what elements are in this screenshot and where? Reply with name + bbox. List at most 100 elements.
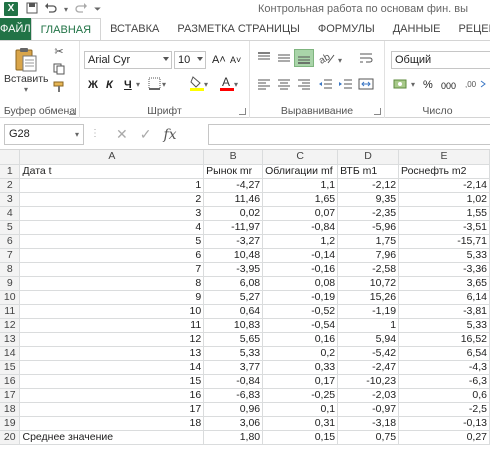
accounting-format-icon[interactable] xyxy=(393,77,409,93)
cell-e[interactable]: -3,81 xyxy=(398,304,490,319)
cell-a[interactable]: 6 xyxy=(19,248,205,263)
row-header[interactable]: 18 xyxy=(0,402,21,417)
cell-b[interactable]: 10,83 xyxy=(203,318,264,333)
cell-e[interactable]: -0,13 xyxy=(398,416,490,431)
cell-b[interactable]: 5,33 xyxy=(203,346,264,361)
formula-input[interactable] xyxy=(208,124,490,145)
cell-e[interactable]: -2,5 xyxy=(398,402,490,417)
cell-b[interactable]: 1,80 xyxy=(203,430,264,445)
name-box-dropdown-icon[interactable]: ▾ xyxy=(75,125,79,144)
cell-a[interactable]: 12 xyxy=(19,332,205,347)
increase-decimal-icon[interactable]: ,00 xyxy=(465,77,487,93)
cell-e[interactable]: 16,52 xyxy=(398,332,490,347)
row-header[interactable]: 3 xyxy=(0,192,21,207)
tab-review[interactable]: РЕЦЕН xyxy=(449,18,490,40)
column-header[interactable]: C xyxy=(262,150,339,165)
column-header[interactable]: E xyxy=(398,150,490,165)
cell-a[interactable]: 18 xyxy=(19,416,205,431)
row-header[interactable]: 12 xyxy=(0,318,21,333)
italic-button[interactable]: К xyxy=(106,77,113,93)
cell-e[interactable]: 1,02 xyxy=(398,192,490,207)
cell-b[interactable]: 3,77 xyxy=(203,360,264,375)
tab-insert[interactable]: ВСТАВКА xyxy=(101,18,168,40)
cell-d[interactable]: -2,58 xyxy=(337,262,400,277)
cell-d[interactable]: -2,47 xyxy=(337,360,400,375)
tab-formulas[interactable]: ФОРМУЛЫ xyxy=(309,18,384,40)
cell-c[interactable]: -0,14 xyxy=(262,248,339,263)
row-header[interactable]: 10 xyxy=(0,290,21,305)
underline-dropdown-icon[interactable]: ▾ xyxy=(136,77,140,93)
cell-a[interactable]: 2 xyxy=(19,192,205,207)
cell-c[interactable]: -0,19 xyxy=(262,290,339,305)
cell-c[interactable]: 1,1 xyxy=(262,178,339,193)
font-name-select[interactable]: Arial Cyr xyxy=(84,51,172,69)
cell-b[interactable]: -3,95 xyxy=(203,262,264,277)
row-header[interactable]: 15 xyxy=(0,360,21,375)
row-header[interactable]: 5 xyxy=(0,220,21,235)
accounting-dropdown-icon[interactable]: ▾ xyxy=(411,77,415,93)
cell-a[interactable]: 13 xyxy=(19,346,205,361)
cell-c[interactable]: -0,84 xyxy=(262,220,339,235)
tab-data[interactable]: ДАННЫЕ xyxy=(384,18,450,40)
comma-style-button[interactable]: 000 xyxy=(441,78,456,94)
font-size-select[interactable]: 10 xyxy=(174,51,206,69)
tab-file[interactable]: ФАЙЛ xyxy=(0,18,31,40)
cell-c[interactable]: 0,16 xyxy=(262,332,339,347)
percent-style-button[interactable]: % xyxy=(423,77,433,93)
cell-b[interactable]: 5,65 xyxy=(203,332,264,347)
cell-e[interactable]: -3,51 xyxy=(398,220,490,235)
align-center-icon[interactable] xyxy=(276,77,292,93)
number-format-select[interactable]: Общий xyxy=(391,51,490,69)
fill-color-icon[interactable] xyxy=(190,75,204,91)
tab-home[interactable]: ГЛАВНАЯ xyxy=(30,18,102,41)
cell-e[interactable]: Роснефть m2 xyxy=(398,164,490,179)
cell-c[interactable]: 0,2 xyxy=(262,346,339,361)
align-right-icon[interactable] xyxy=(296,77,312,93)
cell-e[interactable]: 0,6 xyxy=(398,388,490,403)
cell-e[interactable]: -2,14 xyxy=(398,178,490,193)
cell-a[interactable]: 7 xyxy=(19,262,205,277)
undo-dropdown-icon[interactable]: ▾ xyxy=(64,5,68,14)
row-header[interactable]: 4 xyxy=(0,206,21,221)
cell-a[interactable]: 16 xyxy=(19,388,205,403)
paste-button[interactable]: Вставить ▾ xyxy=(4,45,49,97)
underline-button[interactable]: Ч xyxy=(124,77,132,93)
customize-qat-icon[interactable]: ⏷ xyxy=(94,4,101,15)
cell-a[interactable]: 8 xyxy=(19,276,205,291)
cell-b[interactable]: 0,02 xyxy=(203,206,264,221)
clipboard-launcher-icon[interactable] xyxy=(69,108,76,115)
cell-d[interactable]: 10,72 xyxy=(337,276,400,291)
formula-bar-splitter-icon[interactable]: ⋮ xyxy=(90,128,100,139)
row-header[interactable]: 13 xyxy=(0,332,21,347)
cell-b[interactable]: 11,46 xyxy=(203,192,264,207)
cell-d[interactable]: -2,35 xyxy=(337,206,400,221)
cell-a[interactable]: 14 xyxy=(19,360,205,375)
row-header[interactable]: 8 xyxy=(0,262,21,277)
cell-d[interactable]: -1,19 xyxy=(337,304,400,319)
cell-b[interactable]: 0,96 xyxy=(203,402,264,417)
row-header[interactable]: 16 xyxy=(0,374,21,389)
cell-d[interactable]: -2,12 xyxy=(337,178,400,193)
row-header[interactable]: 19 xyxy=(0,416,21,431)
row-header[interactable]: 7 xyxy=(0,248,21,263)
enter-icon[interactable]: ✓ xyxy=(140,126,152,143)
cell-c[interactable]: 0,07 xyxy=(262,206,339,221)
orientation-icon[interactable]: ab xyxy=(317,51,336,67)
cell-d[interactable]: -2,03 xyxy=(337,388,400,403)
cell-e[interactable]: 6,14 xyxy=(398,290,490,305)
row-header[interactable]: 2 xyxy=(0,178,21,193)
font-color-dropdown-icon[interactable]: ▾ xyxy=(234,77,238,93)
column-header[interactable]: D xyxy=(337,150,400,165)
cell-a[interactable]: Дата t xyxy=(19,164,205,179)
borders-dropdown-icon[interactable]: ▾ xyxy=(162,77,166,93)
align-left-icon[interactable] xyxy=(256,77,272,93)
cell-a[interactable]: 9 xyxy=(19,290,205,305)
cell-b[interactable]: 5,27 xyxy=(203,290,264,305)
cell-d[interactable]: -5,42 xyxy=(337,346,400,361)
cell-b[interactable]: -6,83 xyxy=(203,388,264,403)
cell-a[interactable]: 15 xyxy=(19,374,205,389)
borders-icon[interactable] xyxy=(148,77,161,93)
tab-page-layout[interactable]: РАЗМЕТКА СТРАНИЦЫ xyxy=(168,18,308,40)
cell-c[interactable]: -0,16 xyxy=(262,262,339,277)
undo-icon[interactable] xyxy=(44,2,58,17)
